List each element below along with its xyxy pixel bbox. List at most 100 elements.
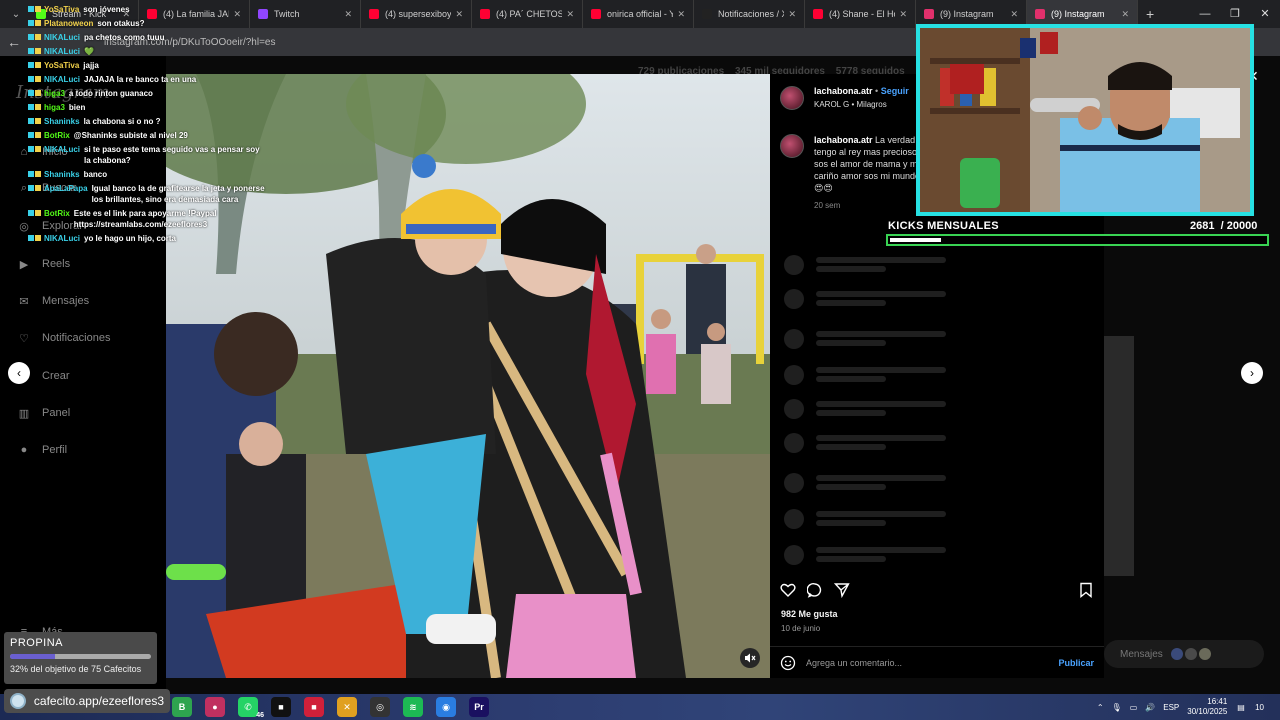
publish-button[interactable]: Publicar [1058, 658, 1094, 668]
chat-badges [28, 4, 42, 15]
chat-text: JAJAJA la re banco ta en una [84, 75, 197, 84]
chat-text: son jóvenes [83, 5, 130, 14]
chat-username[interactable]: Shaninks [44, 169, 80, 180]
mute-button[interactable] [740, 648, 760, 668]
caption-username[interactable]: lachabona.atr [814, 135, 873, 145]
badge-icon [35, 132, 41, 138]
chat-username[interactable]: higa3 [44, 88, 65, 99]
nav-item-reels[interactable]: ▶ Reels [16, 256, 70, 272]
browser-tab[interactable]: (4) PA´ CHETOS C✕ [472, 0, 583, 28]
caption: lachabona.atr La verdad tengo al rey mas… [780, 134, 930, 212]
tab-search-button[interactable]: ⌄ [4, 3, 28, 25]
author-username[interactable]: lachabona.atr [814, 86, 873, 96]
tab-close-icon[interactable]: ✕ [1121, 9, 1129, 20]
author-avatar[interactable] [780, 86, 804, 110]
follow-button[interactable]: Seguir [881, 86, 909, 96]
notification-center[interactable]: ▤ 10 [1237, 703, 1272, 712]
chat-username[interactable]: YoSaTiva [44, 60, 79, 71]
badge-icon [35, 185, 41, 191]
network-icon[interactable]: ▭ [1130, 703, 1138, 712]
chat-text: a todo rinton guanaco [68, 89, 153, 98]
nav-item-heart[interactable]: ♡ Notificaciones [16, 330, 110, 346]
close-window-button[interactable]: ✕ [1250, 0, 1280, 28]
comment-skeleton [784, 508, 946, 529]
tab-close-icon[interactable]: ✕ [455, 9, 463, 20]
tab-close-icon[interactable]: ✕ [344, 9, 352, 20]
nav-item-chart[interactable]: ▥ Panel [16, 405, 70, 421]
spotify-icon[interactable]: ≋ [403, 697, 423, 717]
tab-close-icon[interactable]: ✕ [677, 9, 685, 20]
whatsapp-icon[interactable]: ✆ 46 [238, 697, 264, 719]
badge-icon [35, 76, 41, 82]
tip-progress-fill [10, 654, 56, 659]
chat-text: la chabona si o no ? [83, 117, 161, 126]
chevron-up-icon[interactable]: ⌃ [1097, 703, 1104, 712]
browser-tab[interactable]: (4) Shane - El Hom ✕ [805, 0, 916, 28]
premiere-icon[interactable]: Pr [469, 697, 489, 717]
language-indicator[interactable]: ESP [1163, 703, 1179, 712]
tab-close-icon[interactable]: ✕ [1010, 9, 1018, 20]
tip-goal-card: PROPINA 32% del objetivo de 75 Cafecitos [4, 632, 157, 684]
chat-username[interactable]: BotRix [44, 208, 70, 230]
chat-username[interactable]: NIKALuci [44, 32, 80, 43]
chat-username[interactable]: Platanoweon [44, 18, 93, 29]
browser-tab[interactable]: onirica official - Y ✕ [583, 0, 694, 28]
clock-date: 30/10/2025 [1187, 707, 1228, 716]
chat-username[interactable]: NIKALuci [44, 74, 80, 85]
browser-tab[interactable]: Notificaciones / X ✕ [694, 0, 805, 28]
app-dark-icon[interactable]: ■ [271, 697, 291, 717]
chat-text: si te paso este tema seguido vas a pensa… [84, 145, 260, 165]
tab-close-icon[interactable]: ✕ [566, 9, 574, 20]
app-chat-icon[interactable]: ● [205, 697, 225, 717]
cafecito-link[interactable]: cafecito.app/ezeeflores3 [4, 689, 170, 713]
app-circle-icon[interactable]: ◎ [370, 697, 390, 717]
chat-badges [28, 46, 42, 57]
chat-message: YoSaTiva son jóvenes [28, 4, 268, 15]
app-cross-icon[interactable]: ✕ [337, 697, 357, 717]
chat-username[interactable]: ApaLaPapa [44, 183, 88, 205]
comment-button[interactable] [806, 582, 825, 600]
like-button[interactable] [780, 582, 798, 600]
tab-close-icon[interactable]: ✕ [899, 9, 907, 20]
song-info[interactable]: KAROL G • Milagros [814, 100, 909, 109]
app-red-icon[interactable]: ■ [304, 697, 324, 717]
share-button[interactable] [833, 582, 852, 600]
app-blue-icon[interactable]: ◉ [436, 697, 456, 717]
chat-message: BotRix Este es el link para apoyarme !Pay… [28, 208, 268, 230]
caption-avatar[interactable] [780, 134, 804, 158]
chat-username[interactable]: Shaninks [44, 116, 80, 127]
tip-title: PROPINA [10, 637, 64, 649]
new-tab-button[interactable]: + [1146, 6, 1154, 22]
chat-username[interactable]: higa3 [44, 102, 65, 113]
chat-text: pa chetos como tuuu [84, 33, 165, 42]
chat-username[interactable]: YoSaTiva [44, 4, 79, 15]
tab-favicon-icon [813, 9, 823, 19]
app-b-icon[interactable]: B [172, 697, 192, 717]
next-post-button[interactable]: › [1241, 362, 1263, 384]
chat-username[interactable]: NIKALuci [44, 233, 80, 244]
browser-tab[interactable]: (4) supersexiboys ✕ [361, 0, 472, 28]
nav-item-avatar[interactable]: ● Perfil [16, 442, 67, 458]
chat-message: Platanoweon son otakus? [28, 18, 268, 29]
nav-item-messenger[interactable]: ✉ Mensajes [16, 293, 89, 309]
chat-username[interactable]: NIKALuci [44, 144, 80, 166]
chat-badges [28, 116, 42, 127]
tab-close-icon[interactable]: ✕ [788, 9, 796, 20]
previous-post-button[interactable]: ‹ [8, 362, 30, 384]
chat-username[interactable]: NIKALuci [44, 46, 80, 57]
speaker-icon[interactable]: 🔊 [1145, 703, 1155, 712]
chat-username[interactable]: BotRix [44, 130, 70, 141]
caption-emojis: 😍😍 [814, 183, 833, 193]
save-button[interactable] [1078, 582, 1096, 600]
nav-item-label: Reels [42, 258, 71, 270]
microphone-icon[interactable]: 🎙 [1112, 703, 1122, 712]
clock[interactable]: 16:41 30/10/2025 [1187, 697, 1227, 717]
tab-title: (9) Instagram [940, 9, 994, 19]
messages-pill[interactable]: Mensajes [1104, 640, 1264, 668]
emoji-icon[interactable] [780, 655, 796, 671]
comment-input[interactable]: Agrega un comentario... [806, 658, 1058, 668]
likes-count[interactable]: 982 Me gusta [781, 609, 838, 619]
nav-item-label: Mensajes [42, 295, 90, 307]
nav-item-label: Crear [42, 370, 70, 382]
back-button[interactable]: ← [0, 34, 28, 50]
